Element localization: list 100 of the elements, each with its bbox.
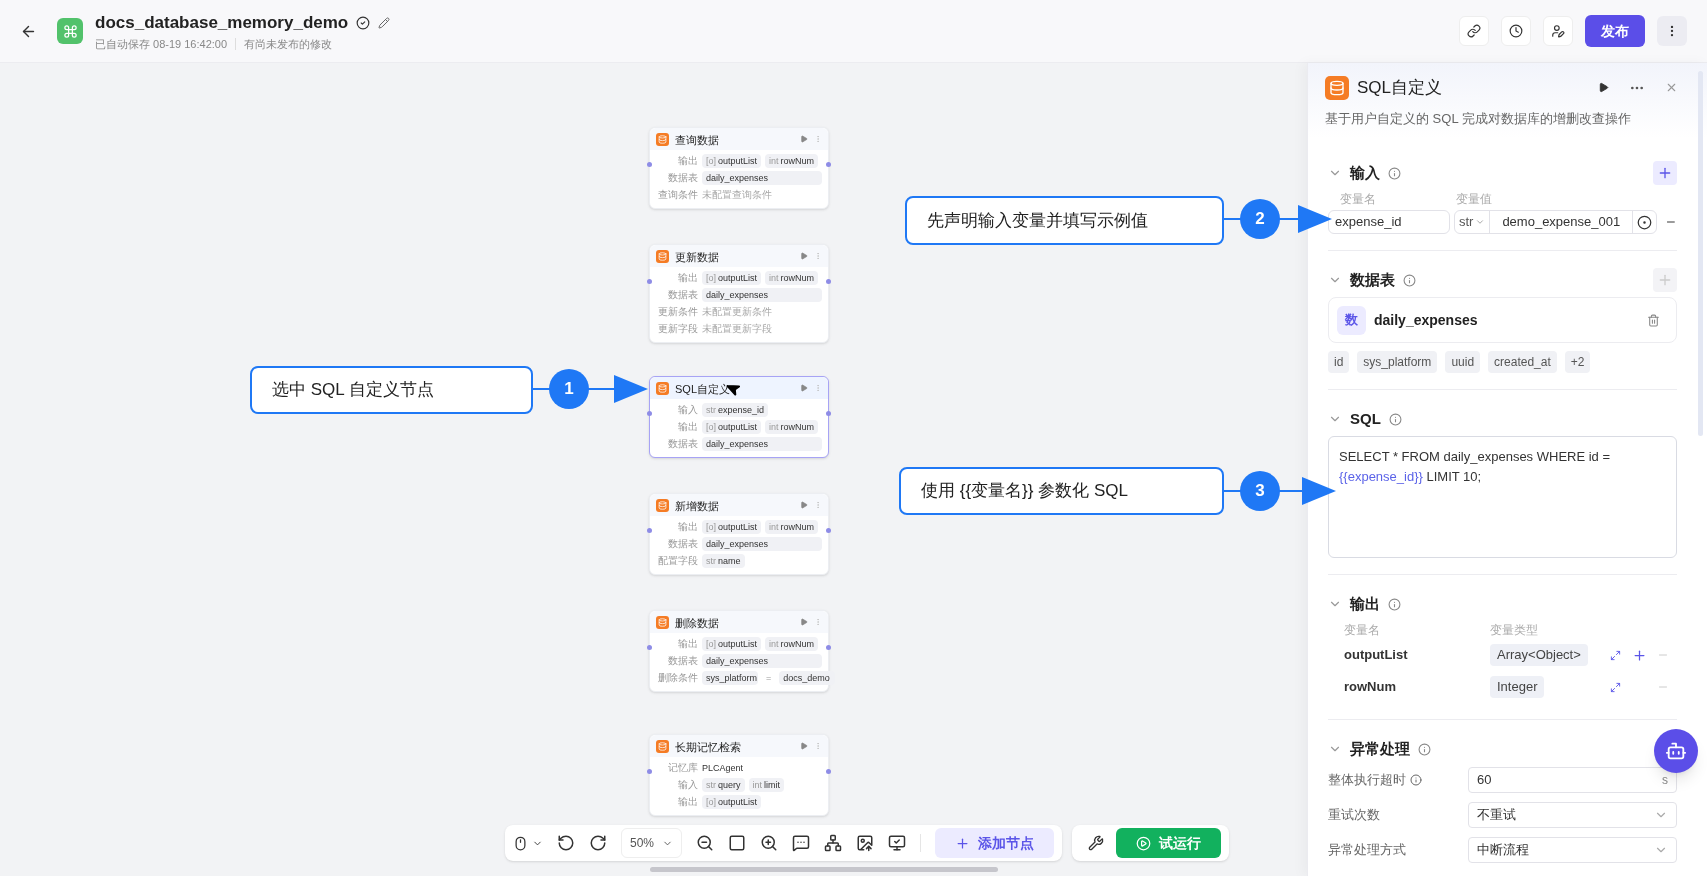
node-field-label: 数据表 <box>667 537 698 551</box>
publish-button[interactable]: 发布 <box>1585 15 1645 47</box>
setting-label: 异常处理方式 <box>1328 841 1407 860</box>
info-icon <box>1388 597 1401 611</box>
variable-tag: int rowNum <box>765 271 819 285</box>
variable-picker-icon[interactable] <box>1637 214 1653 230</box>
callout-box: 使用 {{变量名}} 参数化 SQL <box>899 467 1224 515</box>
section-title: 输出 <box>1350 593 1380 614</box>
node-title: 查询数据 <box>675 134 719 146</box>
field-tag: created_at <box>1488 351 1557 373</box>
expand-icon[interactable] <box>1610 649 1621 661</box>
database-icon <box>656 739 669 753</box>
comment-icon[interactable] <box>792 834 811 852</box>
node-field-label: 更新字段 <box>657 322 698 336</box>
database-icon <box>656 381 669 395</box>
variable-tag: [o] outputList <box>702 637 762 651</box>
table-name: daily_expenses <box>1374 310 1479 330</box>
add-button[interactable] <box>1653 161 1677 185</box>
fit-view-icon[interactable] <box>728 834 747 852</box>
wrench-icon[interactable] <box>1088 835 1105 851</box>
sql-editor[interactable]: SELECT * FROM daily_expenses WHERE id = {{expense_id}} LIMIT 10; <box>1328 436 1677 558</box>
layout-icon[interactable] <box>824 834 843 852</box>
info-icon <box>1418 742 1431 756</box>
variable-tag: str expense_id <box>702 403 769 417</box>
section-title: 数据表 <box>1350 269 1395 290</box>
field-tag: +2 <box>1564 351 1591 373</box>
redo-icon[interactable] <box>589 834 607 852</box>
assistant-button[interactable] <box>1654 729 1698 773</box>
database-icon <box>656 249 669 263</box>
variable-value-field[interactable]: str demo_expense_001 <box>1453 210 1658 234</box>
zoom-select[interactable]: 50% <box>621 828 683 858</box>
variable-tag: int rowNum <box>765 154 819 168</box>
trash-icon[interactable] <box>1647 313 1660 327</box>
variable-tag: int rowNum <box>765 637 819 651</box>
column-label: 变量名 <box>1339 191 1377 208</box>
node-value: daily_expenses <box>702 654 822 668</box>
variable-tag: [o] outputList <box>702 520 762 534</box>
horizontal-scrollbar[interactable] <box>650 867 998 872</box>
callout-box: 选中 SQL 自定义节点 <box>250 366 533 414</box>
step-number: 1 <box>549 369 589 409</box>
variable-tag: [o] outputList <box>702 154 762 168</box>
column-label: 变量名 <box>1344 622 1381 639</box>
variable-tag: [o] outputList <box>702 420 762 434</box>
variable-tag: [o] outputList <box>702 271 762 285</box>
node-hint: 未配置更新条件 <box>702 305 772 319</box>
step-number: 3 <box>1240 471 1280 511</box>
node-field-label: 配置字段 <box>657 554 698 568</box>
node-field-label: 数据表 <box>667 171 698 185</box>
node-field-label: 输出 <box>677 637 698 651</box>
variable-name-field[interactable]: expense_id <box>1328 210 1450 234</box>
output-name: rowNum <box>1344 678 1397 697</box>
autosave-status: 已自动保存 08-19 16:42:00 <box>95 36 228 52</box>
type-tag: Integer <box>1490 676 1545 698</box>
select-field[interactable]: 中断流程 <box>1468 837 1677 863</box>
variable-tag: int rowNum <box>765 420 819 434</box>
node-field-label: 记忆库 <box>667 761 698 775</box>
timeout-field[interactable]: 60 s <box>1468 767 1677 793</box>
link-button[interactable] <box>1459 16 1489 46</box>
expand-icon[interactable] <box>1610 681 1621 693</box>
image-icon[interactable] <box>856 834 875 852</box>
table-card[interactable]: 数 daily_expenses <box>1328 297 1677 343</box>
node-title: SQL自定义 <box>675 383 730 395</box>
undo-icon[interactable] <box>557 834 575 852</box>
history-button[interactable] <box>1501 16 1531 46</box>
user-icon <box>1551 24 1565 38</box>
node-field-label: 输入 <box>677 778 698 792</box>
node-title: 更新数据 <box>675 251 719 263</box>
node-value: daily_expenses <box>702 537 822 551</box>
section-title: SQL <box>1350 408 1381 429</box>
user-button[interactable] <box>1543 16 1573 46</box>
info-icon <box>1403 273 1416 287</box>
column-label: 变量值 <box>1456 191 1492 208</box>
plus-icon <box>1657 165 1673 181</box>
info-icon <box>1388 412 1402 426</box>
mouse-icon[interactable] <box>513 835 528 851</box>
zoom-out-icon[interactable] <box>696 834 715 852</box>
add-icon[interactable] <box>1631 647 1647 663</box>
node-title: 删除数据 <box>675 617 719 629</box>
node-title: 新增数据 <box>675 500 719 512</box>
play-icon <box>1136 835 1152 851</box>
play-icon[interactable] <box>1598 82 1609 94</box>
edit-icon[interactable] <box>378 16 391 29</box>
setting-label: 整体执行超时 <box>1328 770 1468 790</box>
node-title: 长期记忆检索 <box>675 741 741 753</box>
zoom-in-icon[interactable] <box>760 834 779 852</box>
node-field-label: 数据表 <box>667 437 698 451</box>
history-icon <box>1509 24 1523 38</box>
column-label: 变量类型 <box>1490 622 1538 639</box>
node-field-label: 查询条件 <box>657 188 698 202</box>
table-badge: 数 <box>1337 305 1366 335</box>
node-field-label: 删除条件 <box>657 671 698 685</box>
field-tag: id <box>1328 351 1350 373</box>
screen-icon[interactable] <box>888 834 907 852</box>
node-value: daily_expenses <box>702 437 822 451</box>
add-node-button[interactable]: 添加节点 <box>935 828 1055 858</box>
condition-field: sys_platform <box>702 671 758 685</box>
scrollbar[interactable] <box>1698 71 1703 436</box>
select-field[interactable]: 不重试 <box>1468 802 1677 828</box>
publish-status: 有尚未发布的修改 <box>244 36 333 52</box>
database-icon <box>656 132 669 146</box>
